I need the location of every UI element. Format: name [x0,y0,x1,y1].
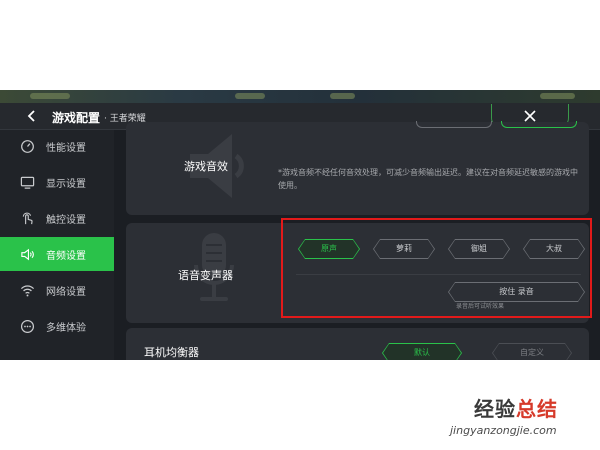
sidebar-item-performance[interactable]: 性能设置 [0,129,114,163]
sidebar-item-label: 网络设置 [46,287,86,298]
game-audio-title: 游戏音效 [184,160,228,173]
eq-option-default[interactable]: 默认 [382,343,462,360]
sidebar-item-touch[interactable]: 触控设置 [0,201,114,235]
watermark-url: jingyanzongjie.com [450,424,557,437]
sidebar-item-network[interactable]: 网络设置 [0,273,114,307]
sidebar-item-label: 性能设置 [46,143,86,154]
audio-option-partial[interactable] [416,121,492,128]
speaker-icon [21,248,34,261]
voice-changer-title: 语音变声器 [178,269,233,282]
back-arrow-icon[interactable] [24,108,40,124]
page-title: 游戏配置 [52,111,101,125]
eq-option-custom[interactable]: 自定义 [492,343,572,360]
eq-option-label: 自定义 [493,344,571,360]
game-audio-card: 游戏音效 *游戏音频不经任何音效处理，可减少音频输出延迟。建议在对音频延迟敏感的… [126,121,589,215]
game-audio-note: *游戏音频不经任何音效处理，可减少音频输出延迟。建议在对音频延迟敏感的游戏中使用… [278,168,578,190]
equalizer-title: 耳机均衡器 [144,346,199,359]
sidebar-item-experience[interactable]: 多维体验 [0,309,114,343]
monitor-icon [20,176,35,189]
sidebar-item-audio[interactable]: 音频设置 [0,237,114,271]
sidebar-item-display[interactable]: 显示设置 [0,165,114,199]
wifi-icon [20,285,35,297]
gauge-icon [21,140,34,153]
watermark-text-a: 经验 [474,397,516,421]
audio-option-partial-selected[interactable] [501,121,577,128]
sidebar-item-label: 显示设置 [46,179,86,190]
more-icon [20,319,35,334]
eq-option-label: 默认 [383,344,461,360]
watermark-text-b: 总结 [516,397,558,421]
sidebar-item-label: 触控设置 [46,215,86,226]
sidebar: 性能设置 显示设置 触控设置 音频设置 网络设置 多维体验 [0,130,114,360]
sidebar-item-label: 音频设置 [46,251,86,262]
sidebar-item-label: 多维体验 [46,323,86,334]
game-background-strip [0,90,600,103]
touch-icon [22,212,33,225]
highlight-box [281,218,592,318]
equalizer-card: 耳机均衡器 默认 自定义 [126,328,589,360]
watermark-title: 经验总结 [474,393,558,422]
